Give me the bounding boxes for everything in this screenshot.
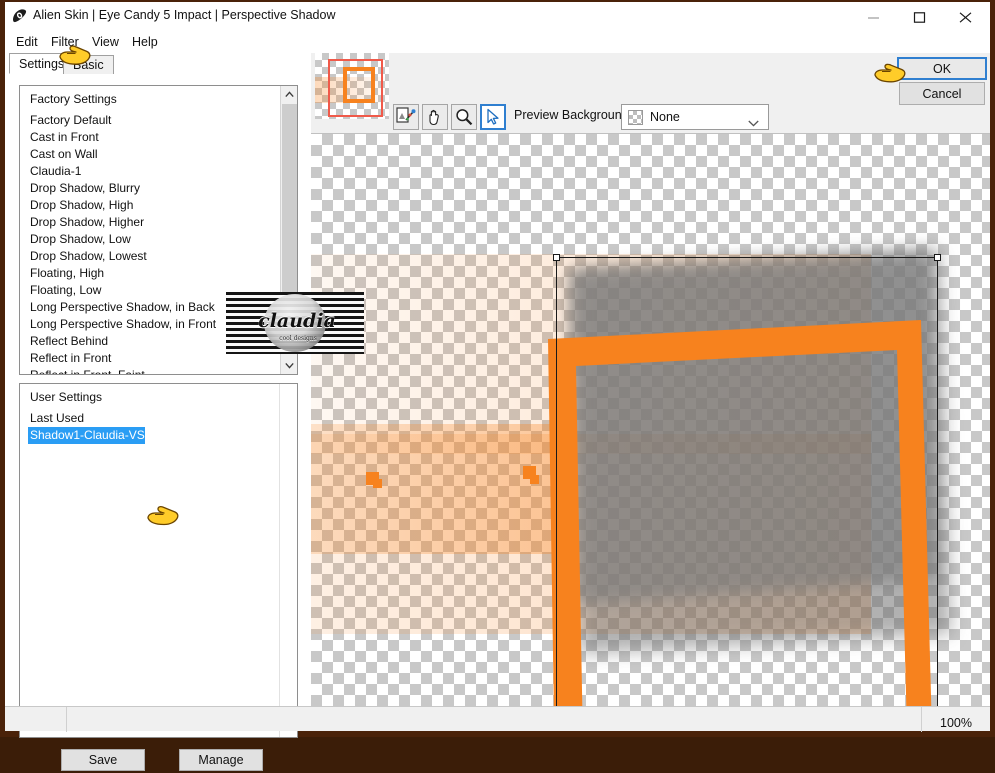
status-cell-left [5,707,67,732]
preview-background-value: None [650,110,680,124]
list-item[interactable]: Cast on Wall [28,146,281,163]
window-title: Alien Skin | Eye Candy 5 Impact | Perspe… [33,8,336,22]
selection-bounding-box[interactable] [553,254,941,706]
selection-handle-top-left[interactable] [553,254,560,261]
hand-tool-button[interactable] [422,104,448,130]
application-window: Alien Skin | Eye Candy 5 Impact | Perspe… [0,0,995,771]
factory-settings-header: Factory Settings [30,92,117,106]
user-settings-header: User Settings [30,390,103,404]
close-button[interactable] [943,2,989,31]
status-bar: 100% [5,706,990,732]
manage-button[interactable]: Manage [179,749,263,771]
navigator-thumbnail[interactable] [315,53,389,119]
list-item[interactable]: Cast in Front [28,129,281,146]
scrollbar-thumb[interactable] [282,104,297,317]
alien-skin-icon [11,8,28,25]
minimize-button[interactable] [851,2,897,31]
menu-bar: Edit Filter View Help [5,31,990,53]
list-item[interactable]: Claudia-1 [28,163,281,180]
list-item[interactable]: Drop Shadow, High [28,197,281,214]
preview-background-select[interactable]: None [621,104,769,130]
maximize-icon [913,12,926,23]
watermark-text: claudia [258,310,336,332]
status-cell-middle [67,707,922,732]
arrow-select-tool-button[interactable] [480,104,506,130]
settings-button-row: Save Manage [19,749,298,773]
watermark-subtext: cool designs [279,335,317,342]
ok-button[interactable]: OK [897,57,987,80]
hand-icon [429,109,439,126]
list-item-selected[interactable]: Shadow1-Claudia-VSP [28,427,153,444]
minimize-icon [868,17,879,19]
list-item[interactable]: Drop Shadow, Lowest [28,248,281,265]
scroll-down-button[interactable] [281,357,297,374]
preview-canvas[interactable] [311,133,990,706]
list-item[interactable]: Reflect in Front, Faint [28,367,281,374]
transparency-checker-swatch [628,110,643,125]
list-item[interactable]: Floating, High [28,265,281,282]
arrow-select-icon [487,108,499,125]
cancel-button[interactable]: Cancel [899,82,985,105]
maximize-button[interactable] [897,2,943,31]
save-button[interactable]: Save [61,749,145,771]
claudia-watermark: claudia cool designs [226,292,364,354]
tab-strip: Settings Basic [5,53,305,74]
chevron-down-icon [748,114,759,132]
title-bar: Alien Skin | Eye Candy 5 Impact | Perspe… [5,2,990,31]
menu-item-help[interactable]: Help [129,34,161,50]
scroll-up-button[interactable] [281,86,297,103]
chevron-down-icon [285,362,294,369]
list-item[interactable]: Factory Default [28,112,281,129]
menu-item-view[interactable]: View [89,34,122,50]
menu-item-filter[interactable]: Filter [48,34,82,50]
status-zoom-level: 100% [940,716,972,730]
user-settings-list[interactable]: User Settings Last Used Shadow1-Claudia-… [19,383,298,738]
list-item[interactable]: Drop Shadow, Higher [28,214,281,231]
panel-divider [279,384,280,737]
zoom-icon [456,109,473,126]
navigator-viewport-rect[interactable] [328,59,383,117]
pointer-hand-cursor [146,502,180,533]
preview-area: Preview Background: None OK Cancel [311,53,990,706]
selection-handle-top-right[interactable] [934,254,941,261]
tab-basic[interactable]: Basic [63,55,114,74]
settings-panel: Factory Settings Factory Default Cast in… [5,74,311,771]
list-item[interactable]: Drop Shadow, Blurry [28,180,281,197]
menu-item-edit[interactable]: Edit [13,34,41,50]
zoom-tool-button[interactable] [451,104,477,130]
color-picker-icon [396,107,416,123]
list-item[interactable]: Last Used [28,410,282,427]
list-item[interactable]: Drop Shadow, Low [28,231,281,248]
close-icon [959,12,972,23]
color-picker-tool-button[interactable] [393,104,419,130]
preview-background-label: Preview Background: [514,108,633,122]
chevron-up-icon [285,91,294,98]
